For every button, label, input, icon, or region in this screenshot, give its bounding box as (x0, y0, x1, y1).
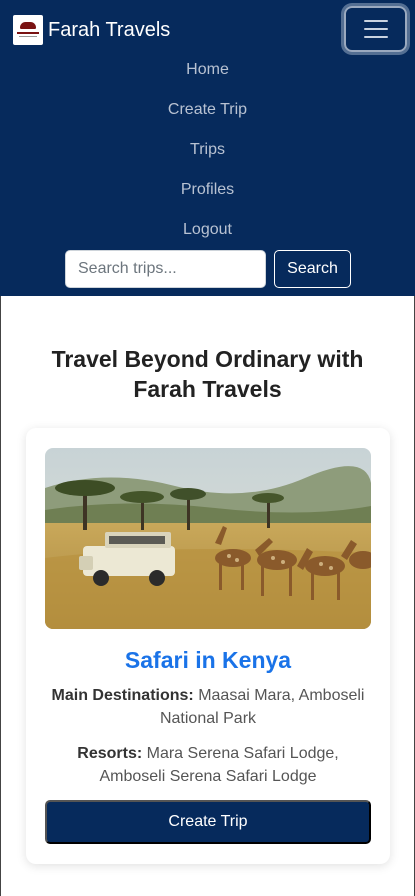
destinations-label: Main Destinations: (51, 687, 194, 704)
brand[interactable]: Farah Travels (13, 15, 170, 45)
brand-name: Farah Travels (48, 19, 171, 41)
menu-toggle-button[interactable] (344, 6, 407, 52)
destinations-text: Main Destinations: Maasai Mara, Amboseli… (44, 684, 372, 730)
logo-icon (13, 15, 43, 45)
nav-link-create-trip[interactable]: Create Trip (0, 90, 415, 130)
search-button[interactable]: Search (274, 250, 351, 288)
resorts-label: Resorts: (77, 745, 143, 762)
nav-link-logout[interactable]: Logout (0, 210, 415, 250)
trip-title[interactable]: Safari in Kenya (26, 645, 390, 675)
create-trip-button[interactable]: Create Trip (45, 800, 371, 844)
nav-link-home[interactable]: Home (0, 50, 415, 90)
page-title: Travel Beyond Ordinary with Farah Travel… (51, 346, 364, 402)
hamburger-icon (363, 20, 388, 38)
search-form: Search trips... Search (65, 250, 351, 288)
frame-border-left (0, 296, 1, 896)
nav-menu: Home Create Trip Trips Profiles Logout (0, 50, 415, 250)
trip-card: Safari in Kenya Main Destinations: Maasa… (26, 428, 390, 864)
navbar: Farah Travels Home Create Trip Trips Pro… (0, 0, 415, 296)
safari-photo (45, 448, 371, 629)
nav-link-profiles[interactable]: Profiles (0, 170, 415, 210)
resorts-text: Resorts: Mara Serena Safari Lodge, Ambos… (44, 742, 372, 788)
nav-link-trips[interactable]: Trips (0, 130, 415, 170)
search-input[interactable]: Search trips... (65, 250, 266, 288)
